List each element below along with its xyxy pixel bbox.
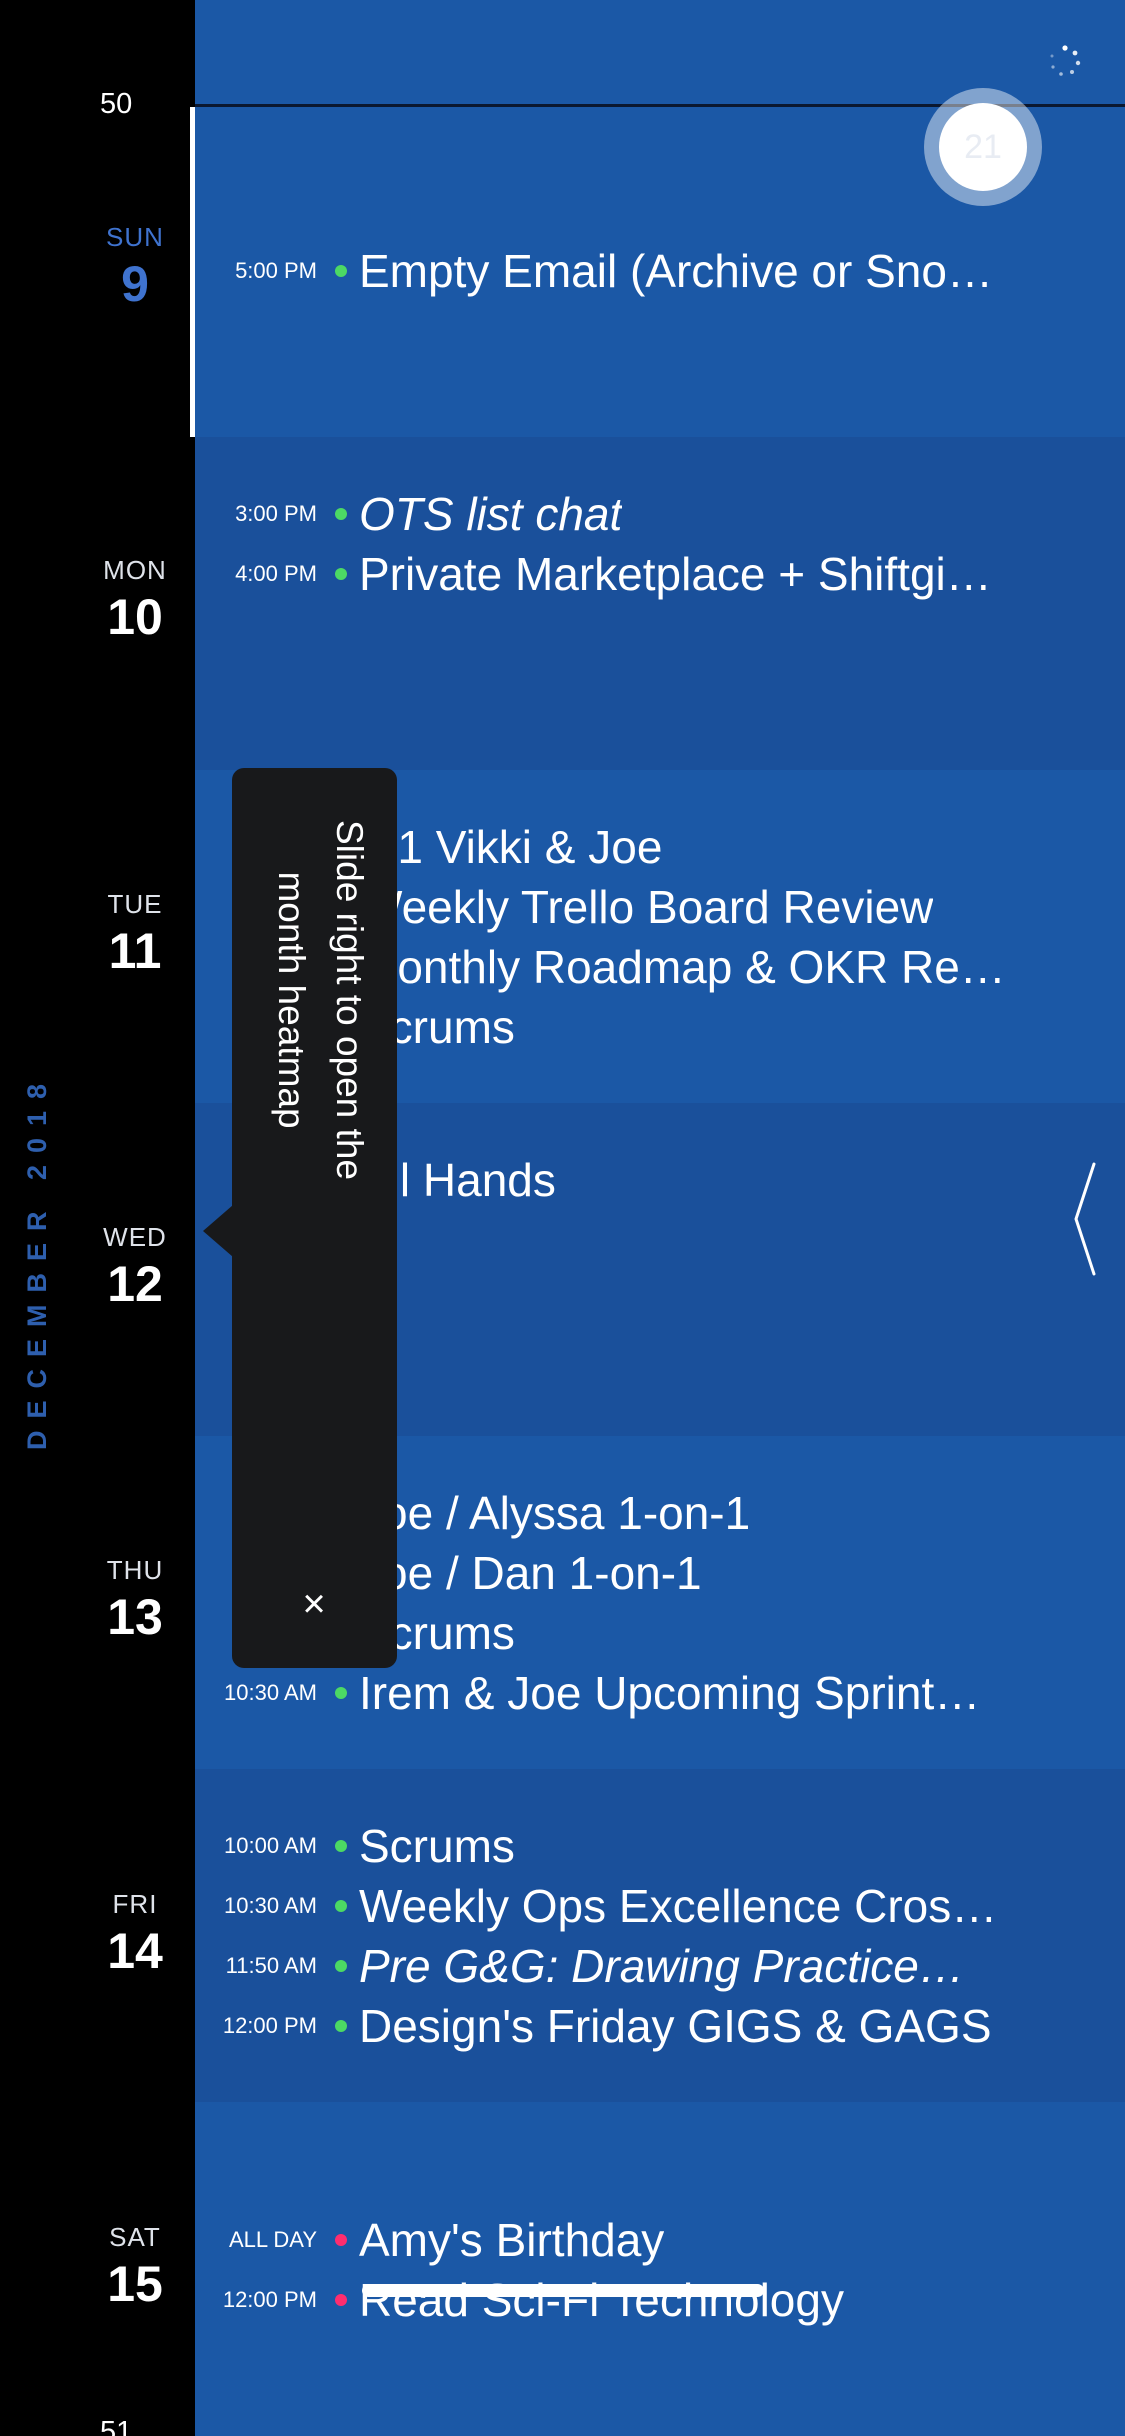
event-row[interactable]: 10:30 AM Irem & Joe Upcoming Sprint…	[195, 1664, 980, 1722]
day-number: 10	[107, 589, 163, 645]
event-title: Read Sci-Fi Technology	[359, 2274, 844, 2326]
tooltip-message: Slide right to open the month heatmap	[271, 820, 370, 1180]
day-number: 13	[107, 1589, 163, 1645]
date-rail: 50 SUN 9 MON 10 TUE 11 WED 12 THU 13 FRI…	[0, 0, 195, 2436]
event-row[interactable]: ALL DAY Amy's Birthday	[195, 2211, 664, 2269]
calendar-dot-icon	[335, 568, 347, 580]
event-title: Weekly Trello Board Review	[359, 881, 934, 933]
event-title: Joe / Dan 1-on-1	[359, 1547, 702, 1599]
day-of-week: THU	[106, 1555, 164, 1585]
event-title: Design's Friday GIGS & GAGS	[359, 2000, 992, 2052]
event-time: 4:00 PM	[235, 561, 317, 586]
event-title: Amy's Birthday	[359, 2214, 665, 2266]
day-number: 15	[107, 2256, 163, 2312]
event-title: Scrums	[359, 1820, 515, 1872]
event-title: Irem & Joe Upcoming Sprint…	[359, 1667, 981, 1719]
event-time: 10:30 AM	[224, 1893, 317, 1918]
day-of-week: TUE	[107, 889, 163, 919]
event-row[interactable]: 10:00 AM Scrums	[195, 1817, 515, 1875]
event-time: 12:00 PM	[222, 2013, 317, 2038]
day-section-fri[interactable]: 10:00 AM Scrums 10:30 AM Weekly Ops Exce…	[195, 1769, 1125, 2102]
day-number: 9	[121, 256, 149, 312]
loading-spinner-icon	[1050, 45, 1081, 76]
event-title: 1:1 Vikki & Joe	[359, 821, 663, 873]
calendar-dot-icon	[335, 1960, 347, 1972]
day-label-mon[interactable]: MON 10	[60, 555, 210, 646]
day-number: 11	[108, 923, 162, 979]
day-section-mon[interactable]: 3:00 PM OTS list chat 4:00 PM Private Ma…	[195, 437, 1125, 770]
calendar-dot-icon	[335, 2020, 347, 2032]
day-label-fri[interactable]: FRI 14	[60, 1889, 210, 1980]
home-indicator[interactable]	[362, 2284, 764, 2297]
event-time: 3:00 PM	[235, 501, 317, 526]
calendar-dot-icon	[335, 1687, 347, 1699]
event-title: Pre G&G: Drawing Practice…	[359, 1940, 965, 1992]
event-row[interactable]: 4:00 PM Private Marketplace + Shiftgi…	[195, 545, 992, 603]
week-number-bottom: 51	[100, 2416, 133, 2436]
close-icon[interactable]: ×	[294, 1584, 334, 1624]
day-label-wed[interactable]: WED 12	[60, 1222, 210, 1313]
day-label-sat[interactable]: SAT 15	[60, 2222, 210, 2313]
event-title: Joe / Alyssa 1-on-1	[359, 1487, 751, 1539]
event-title: Weekly Ops Excellence Cros…	[359, 1880, 998, 1932]
event-time: 10:30 AM	[224, 1680, 317, 1705]
day-of-week: FRI	[112, 1889, 158, 1919]
event-row[interactable]: 5:00 PM Empty Email (Archive or Sno…	[195, 242, 993, 300]
event-title: OTS list chat	[359, 488, 623, 540]
calendar-dot-icon	[335, 508, 347, 520]
event-row[interactable]: 10:30 AM Weekly Ops Excellence Cros…	[195, 1877, 997, 1935]
day-label-tue[interactable]: TUE 11	[60, 889, 210, 980]
calendar-dot-icon	[335, 265, 347, 277]
day-of-week: SAT	[109, 2222, 161, 2252]
day-section-sun[interactable]: 5:00 PM Empty Email (Archive or Sno…	[195, 0, 1125, 437]
today-badge-number: 21	[939, 103, 1027, 191]
day-of-week: SUN	[106, 222, 164, 252]
event-time: 12:00 PM	[222, 2287, 317, 2312]
day-of-week: MON	[103, 555, 167, 585]
today-indicator	[190, 107, 195, 437]
calendar-dot-icon	[335, 1900, 347, 1912]
event-title: Empty Email (Archive or Sno…	[359, 245, 993, 297]
event-title: Private Marketplace + Shiftgi…	[359, 548, 992, 600]
week-number-top: 50	[100, 88, 133, 120]
today-button[interactable]: 21	[924, 88, 1042, 206]
day-number: 14	[107, 1923, 163, 1979]
event-row[interactable]: 3:00 PM OTS list chat	[195, 485, 622, 543]
chevron-left-icon[interactable]	[1070, 1160, 1100, 1278]
event-title: Monthly Roadmap & OKR Re…	[359, 941, 1006, 993]
calendar-dot-icon	[335, 2234, 347, 2246]
event-time: 5:00 PM	[235, 258, 317, 283]
calendar-dot-icon	[335, 1840, 347, 1852]
event-time: 11:50 AM	[225, 1953, 317, 1978]
day-label-thu[interactable]: THU 13	[60, 1555, 210, 1646]
event-time: 10:00 AM	[224, 1833, 317, 1858]
day-section-sat[interactable]: ALL DAY Amy's Birthday 12:00 PM Read Sci…	[195, 2102, 1125, 2436]
event-time: ALL DAY	[228, 2227, 317, 2252]
tooltip-pointer	[203, 1205, 233, 1257]
event-row[interactable]: 12:00 PM Read Sci-Fi Technology	[195, 2271, 844, 2329]
day-of-week: WED	[103, 1222, 167, 1252]
month-label: DECEMBER 2018	[22, 1071, 52, 1450]
event-row[interactable]: 12:00 PM Design's Friday GIGS & GAGS	[195, 1997, 992, 2055]
calendar-dot-icon	[335, 2294, 347, 2306]
day-label-sun[interactable]: SUN 9	[60, 222, 210, 313]
event-row[interactable]: 11:50 AM Pre G&G: Drawing Practice…	[195, 1937, 965, 1995]
day-number: 12	[107, 1256, 163, 1312]
